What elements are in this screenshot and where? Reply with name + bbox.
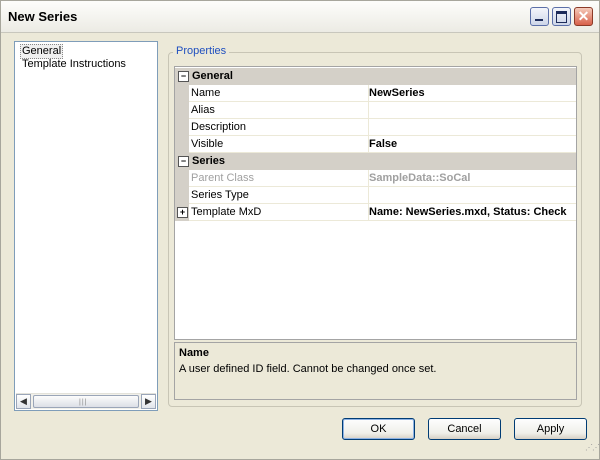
close-icon: ✕ — [577, 8, 590, 24]
property-value[interactable] — [367, 102, 576, 119]
page-list[interactable]: General Template Instructions ◀ ||| ▶ — [14, 41, 158, 411]
scroll-left-button[interactable]: ◀ — [16, 394, 31, 409]
property-value[interactable]: NewSeries — [367, 85, 576, 102]
property-name: Description — [189, 119, 369, 136]
property-name: Parent Class — [189, 170, 369, 187]
resize-grip-icon[interactable]: ⋰⋰ — [585, 444, 599, 457]
property-name: Visible — [189, 136, 369, 153]
category-label: Series — [192, 155, 226, 167]
property-value: SampleData::SoCal — [367, 170, 576, 187]
property-value[interactable] — [367, 119, 576, 136]
maximize-button[interactable] — [552, 7, 571, 26]
minimize-button[interactable] — [530, 7, 549, 26]
horizontal-scrollbar[interactable]: ◀ ||| ▶ — [16, 393, 156, 409]
collapse-icon[interactable]: − — [178, 156, 189, 167]
nav-item-general[interactable]: General — [20, 44, 64, 59]
property-value[interactable]: Name: NewSeries.mxd, Status: Check — [367, 204, 576, 221]
cancel-button[interactable]: Cancel — [428, 418, 501, 440]
close-button[interactable]: ✕ — [574, 7, 593, 26]
category-series[interactable]: − Series — [175, 153, 576, 170]
property-value[interactable]: False — [367, 136, 576, 153]
property-name: Template MxD — [189, 204, 369, 221]
property-name: Alias — [189, 102, 369, 119]
category-label: General — [192, 70, 233, 82]
property-row-series-type[interactable]: Series Type — [175, 187, 576, 204]
grip-icon: ||| — [79, 399, 88, 406]
property-row-parent-class[interactable]: Parent Class SampleData::SoCal — [175, 170, 576, 187]
property-row-name[interactable]: Name NewSeries — [175, 85, 576, 102]
nav-item-template-instructions[interactable]: Template Instructions — [21, 58, 127, 71]
minimize-icon — [535, 19, 543, 21]
maximize-icon — [556, 11, 567, 23]
property-help-panel: Name A user defined ID field. Cannot be … — [174, 342, 577, 400]
new-series-dialog: New Series ✕ General Template Instructio… — [0, 0, 600, 460]
property-row-template-mxd[interactable]: + Template MxD Name: NewSeries.mxd, Stat… — [175, 204, 576, 221]
property-name: Name — [189, 85, 369, 102]
chevron-left-icon: ◀ — [20, 396, 27, 406]
help-title: Name — [179, 347, 209, 359]
property-row-visible[interactable]: Visible False — [175, 136, 576, 153]
help-description: A user defined ID field. Cannot be chang… — [179, 363, 437, 375]
collapse-icon[interactable]: − — [178, 71, 189, 82]
scroll-thumb[interactable]: ||| — [33, 395, 139, 408]
property-row-description[interactable]: Description — [175, 119, 576, 136]
property-name: Series Type — [189, 187, 369, 204]
expand-icon[interactable]: + — [177, 207, 188, 218]
window-title: New Series — [8, 9, 78, 24]
scroll-right-button[interactable]: ▶ — [141, 394, 156, 409]
apply-button[interactable]: Apply — [514, 418, 587, 440]
chevron-right-icon: ▶ — [145, 396, 152, 406]
properties-group-label: Properties — [173, 45, 230, 57]
property-value[interactable] — [367, 187, 576, 204]
property-grid[interactable]: − General Name NewSeries Alias Descripti… — [174, 66, 577, 340]
property-row-alias[interactable]: Alias — [175, 102, 576, 119]
title-bar[interactable]: New Series ✕ — [1, 1, 599, 33]
ok-button[interactable]: OK — [342, 418, 415, 440]
category-general[interactable]: − General — [175, 68, 576, 85]
